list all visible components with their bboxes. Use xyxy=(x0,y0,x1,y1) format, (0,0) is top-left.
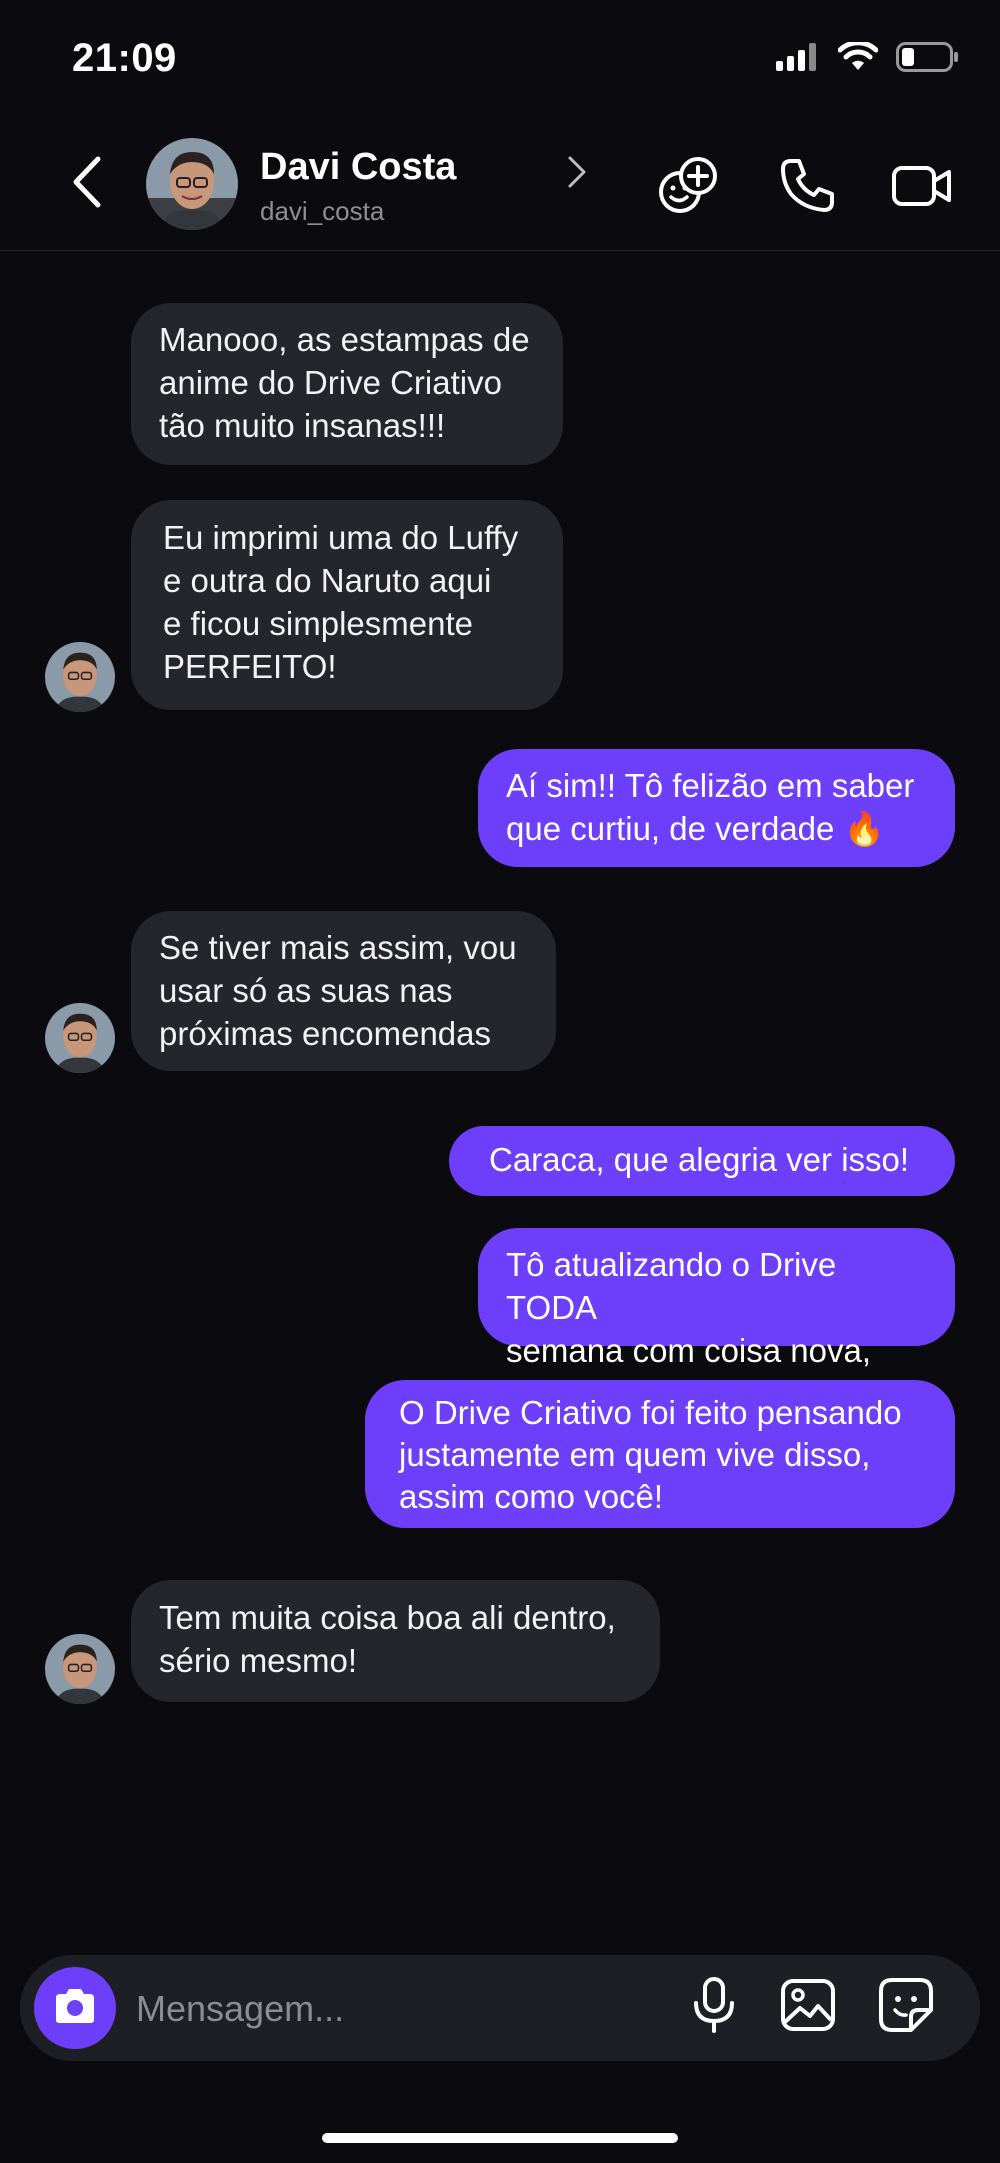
message-outgoing[interactable]: Tô atualizando o Drive TODA semana com c… xyxy=(478,1228,955,1412)
status-bar: 21:09 xyxy=(0,0,1000,120)
microphone-button[interactable] xyxy=(682,1975,746,2039)
add-friend-button[interactable] xyxy=(656,156,720,220)
home-indicator[interactable] xyxy=(322,2133,678,2143)
video-call-button[interactable] xyxy=(890,156,954,220)
sender-avatar[interactable] xyxy=(45,1003,115,1073)
gallery-button[interactable] xyxy=(776,1975,840,2039)
camera-icon xyxy=(52,1986,98,2031)
signal-icon xyxy=(776,43,820,76)
battery-icon xyxy=(896,42,960,77)
microphone-icon xyxy=(690,1976,738,2039)
camera-button[interactable] xyxy=(34,1967,116,2049)
sender-avatar[interactable] xyxy=(45,642,115,712)
message-composer xyxy=(20,1955,980,2061)
back-button[interactable] xyxy=(62,154,112,214)
add-friend-icon xyxy=(656,154,720,223)
message-incoming[interactable]: Manooo, as estampas de anime do Drive Cr… xyxy=(131,303,563,465)
call-button[interactable] xyxy=(775,156,839,220)
phone-icon xyxy=(777,156,837,221)
message-incoming[interactable]: Tem muita coisa boa ali dentro, sério me… xyxy=(131,1580,660,1702)
sticker-button[interactable] xyxy=(874,1975,938,2039)
message-incoming[interactable]: Eu imprimi uma do Luffy e outra do Narut… xyxy=(131,500,563,710)
status-time: 21:09 xyxy=(72,36,177,80)
message-outgoing[interactable]: Aí sim!! Tô felizão em saber que curtiu,… xyxy=(478,749,955,867)
contact-avatar[interactable] xyxy=(146,138,238,230)
status-icons xyxy=(776,40,960,77)
sticker-icon xyxy=(878,1977,934,2038)
wifi-icon xyxy=(837,40,879,77)
message-outgoing[interactable]: O Drive Criativo foi feito pensando just… xyxy=(365,1380,955,1528)
message-incoming[interactable]: Se tiver mais assim, vou usar só as suas… xyxy=(131,911,556,1071)
gallery-icon xyxy=(780,1978,836,2037)
message-outgoing[interactable]: Caraca, que alegria ver isso! xyxy=(449,1126,955,1196)
contact-handle: davi_costa xyxy=(260,196,385,226)
chat-header: Davi Costa davi_costa xyxy=(0,120,1000,251)
video-icon xyxy=(891,161,953,216)
sender-avatar[interactable] xyxy=(45,1634,115,1704)
chevron-right-icon[interactable] xyxy=(562,152,592,192)
contact-name[interactable]: Davi Costa xyxy=(260,146,456,189)
message-input[interactable] xyxy=(134,1981,678,2037)
back-icon xyxy=(72,156,102,213)
